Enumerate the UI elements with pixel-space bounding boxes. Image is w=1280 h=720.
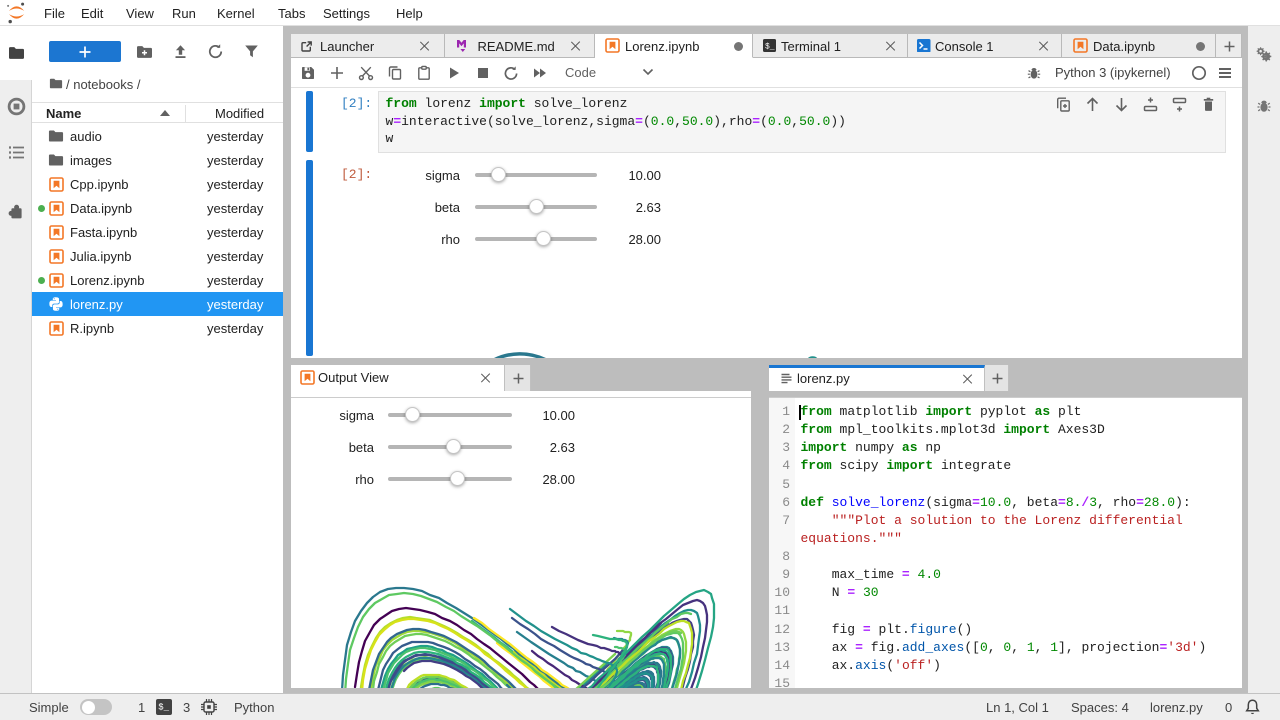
svg-text:$_: $_: [158, 703, 169, 713]
svg-text:$_: $_: [765, 43, 775, 52]
